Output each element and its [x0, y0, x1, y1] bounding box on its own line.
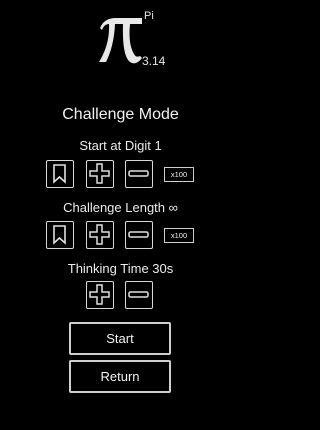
minus-icon	[128, 291, 149, 298]
start-digit-multiplier-button[interactable]: x100	[164, 167, 194, 182]
minus-icon	[128, 231, 149, 238]
logo-superscript: Pi	[144, 10, 154, 22]
thinking-time-minus-button[interactable]	[125, 281, 153, 309]
challenge-length-minus-button[interactable]	[125, 221, 153, 249]
logo-value: 3.14	[142, 54, 166, 68]
pi-logo: Pi 3.14	[96, 6, 176, 72]
thinking-time-label: Thinking Time 30s	[67, 261, 174, 276]
plus-icon	[89, 224, 110, 245]
start-digit-minus-button[interactable]	[125, 160, 153, 188]
bookmark-icon	[53, 164, 66, 184]
plus-icon	[89, 284, 110, 305]
start-digit-plus-button[interactable]	[86, 160, 114, 188]
challenge-length-bookmark-button[interactable]	[46, 221, 74, 249]
challenge-length-plus-button[interactable]	[86, 221, 114, 249]
pi-icon	[99, 18, 142, 64]
challenge-length-label: Challenge Length ∞	[63, 200, 178, 215]
start-button[interactable]: Start	[69, 322, 171, 355]
return-button[interactable]: Return	[69, 360, 171, 393]
minus-icon	[128, 170, 149, 177]
thinking-time-plus-button[interactable]	[86, 281, 114, 309]
plus-icon	[89, 163, 110, 184]
page-title: Challenge Mode	[62, 106, 179, 123]
bookmark-icon	[53, 225, 66, 245]
start-digit-label: Start at Digit 1	[79, 138, 162, 153]
start-digit-bookmark-button[interactable]	[46, 160, 74, 188]
challenge-length-multiplier-button[interactable]: x100	[164, 228, 194, 243]
